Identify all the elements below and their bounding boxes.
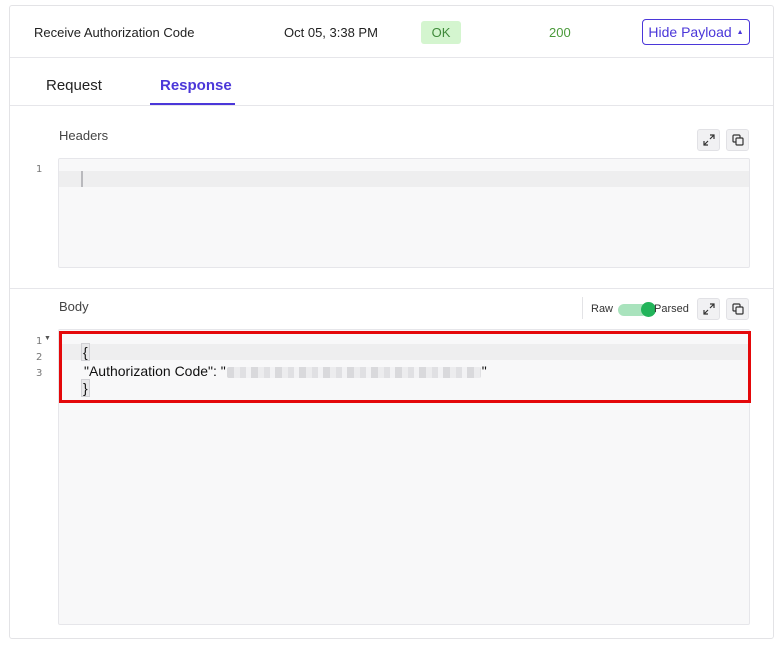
- raw-label: Raw: [591, 303, 614, 315]
- tab-bar: Request Response: [10, 58, 773, 106]
- status-badge: OK: [421, 21, 461, 44]
- body-line-number-1: 1: [36, 336, 43, 347]
- headers-label: Headers: [59, 128, 109, 143]
- expand-icon: [702, 134, 715, 146]
- status-code: 200: [549, 25, 571, 40]
- parsed-label: Parsed: [654, 303, 689, 315]
- headers-expand-button[interactable]: [697, 129, 720, 151]
- toolbar-separator: [582, 297, 583, 319]
- expand-icon: [702, 303, 715, 315]
- headers-editor[interactable]: [58, 158, 750, 268]
- tab-request[interactable]: Request: [46, 77, 102, 94]
- headers-line-number: 1: [36, 164, 43, 175]
- caret-up-icon: ▲: [736, 28, 744, 36]
- timestamp: Oct 05, 3:38 PM: [284, 25, 378, 40]
- body-line-number-2: 2: [36, 352, 43, 363]
- tab-response[interactable]: Response: [160, 77, 232, 94]
- body-line-number-3: 3: [36, 368, 43, 379]
- active-tab-indicator: [150, 103, 235, 105]
- copy-icon: [731, 303, 744, 315]
- payload-panel: Receive Authorization Code Oct 05, 3:38 …: [9, 5, 774, 639]
- headers-cursor: [81, 171, 83, 187]
- section-divider: [10, 288, 773, 289]
- body-copy-button[interactable]: [726, 298, 749, 320]
- headers-active-line: [59, 171, 749, 187]
- headers-copy-button[interactable]: [726, 129, 749, 151]
- raw-parsed-toggle[interactable]: [618, 302, 656, 317]
- step-row: Receive Authorization Code Oct 05, 3:38 …: [10, 6, 773, 58]
- body-label: Body: [59, 299, 89, 314]
- body-expand-button[interactable]: [697, 298, 720, 320]
- hide-payload-label: Hide Payload: [648, 24, 732, 40]
- copy-icon: [731, 134, 744, 146]
- hide-payload-button[interactable]: Hide Payload ▲: [642, 19, 750, 45]
- highlight-annotation: [59, 331, 751, 403]
- fold-arrow-icon[interactable]: ▼: [44, 335, 51, 342]
- step-name: Receive Authorization Code: [34, 25, 195, 40]
